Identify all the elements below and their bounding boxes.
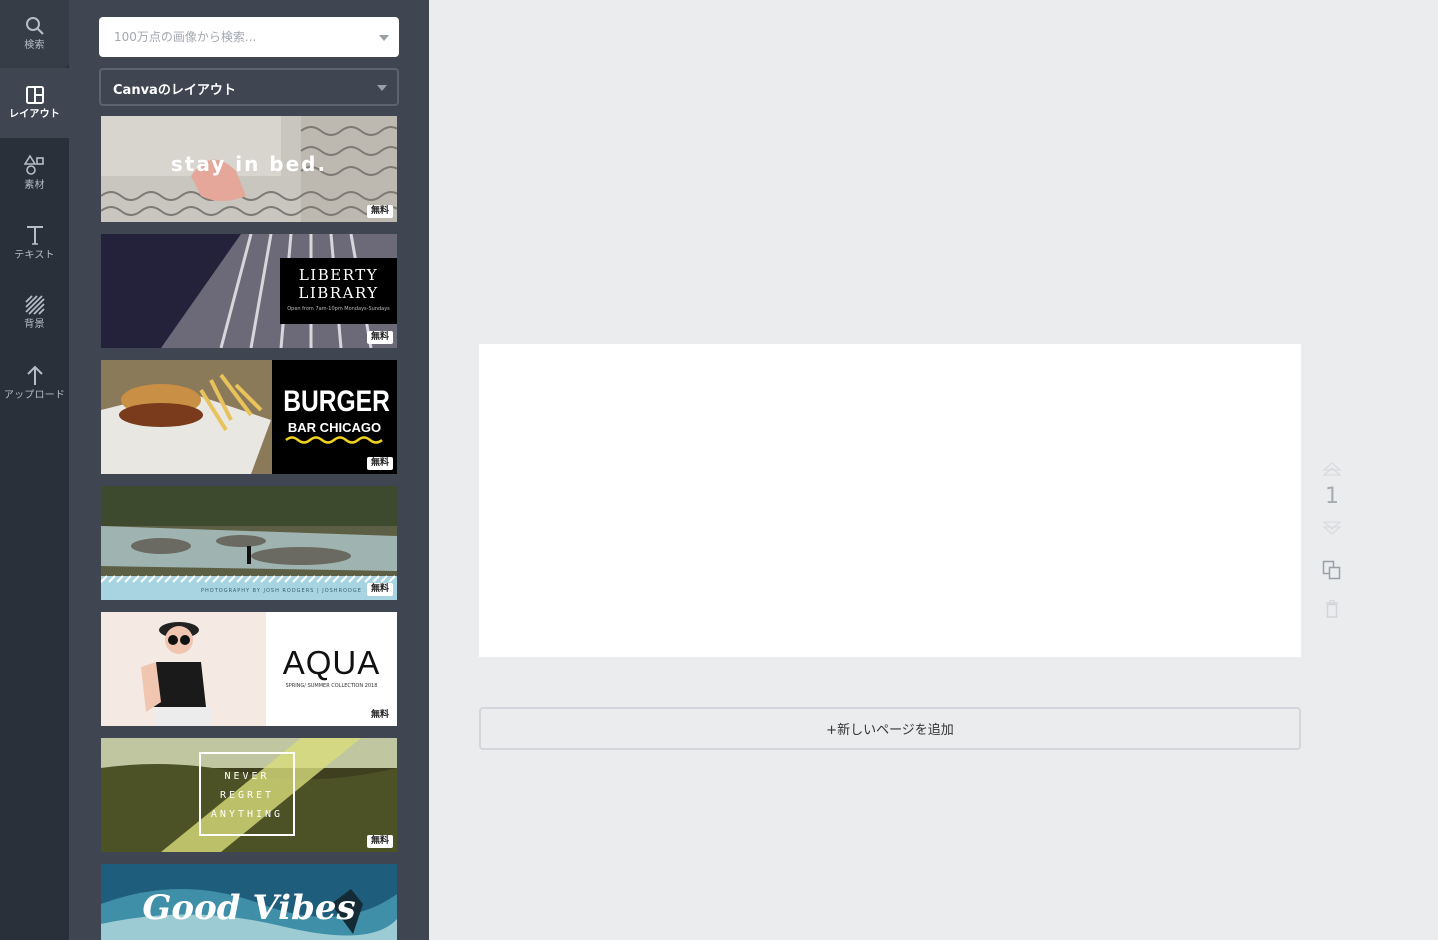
rail-label-layout: レイアウト [9, 109, 60, 120]
free-badge: 無料 [366, 457, 393, 470]
rail-item-upload[interactable]: アップロード [0, 348, 69, 418]
duplicate-page-icon[interactable] [1322, 560, 1342, 580]
template-burger-subtitle: BAR CHICAGO [287, 420, 382, 435]
template-good-vibes-title: Good Vibes [142, 888, 356, 928]
rail-item-background[interactable]: 背景 [0, 278, 69, 348]
rail-label-search: 検索 [24, 40, 45, 51]
template-aqua-title: AQUA [282, 644, 381, 681]
free-badge: 無料 [366, 835, 393, 848]
layout-template-burger-bar[interactable]: BURGER BAR CHICAGO 無料 [101, 360, 397, 474]
template-aqua-subtitle: SPRING/ SUMMER COLLECTION 2018 [285, 683, 378, 689]
background-icon [24, 295, 45, 315]
rail-label-text: テキスト [14, 250, 55, 261]
layout-source-label: Canvaのレイアウト [113, 83, 236, 98]
search-icon [25, 17, 44, 35]
add-new-page-button[interactable]: +新しいページを追加 [479, 707, 1301, 750]
text-icon [26, 226, 43, 245]
layout-template-river-photo[interactable]: PHOTOGRAPHY BY JOSH RODGERS | JOSHRODGE … [101, 486, 397, 600]
icon-rail: 検索 レイアウト 素材 テキスト 背景 アップロード [0, 0, 69, 940]
layouts-panel: Canvaのレイアウト stay in bed. 無料 [69, 0, 429, 940]
template-library-title: LIBERTY LIBRARY [298, 266, 379, 302]
page-up-icon[interactable] [1322, 462, 1342, 476]
layout-icon [25, 86, 44, 104]
layout-template-liberty-library[interactable]: LIBERTY LIBRARY Open from 7am-10pm Monda… [101, 234, 397, 348]
upload-icon [26, 365, 43, 385]
template-stay-in-bed-text: stay in bed. [170, 152, 328, 176]
free-badge: 無料 [366, 709, 393, 722]
template-never-line-1: NEVER [224, 771, 270, 782]
template-never-regret-text: NEVER REGRET ANYTHING [200, 767, 294, 824]
page-down-icon[interactable] [1322, 521, 1342, 535]
template-never-line-3: ANYTHING [210, 809, 284, 820]
rail-item-layout[interactable]: レイアウト [0, 68, 69, 138]
page-number: 1 [1325, 484, 1339, 509]
design-canvas-page[interactable] [479, 344, 1301, 657]
template-burger-title: BURGER [283, 385, 390, 418]
template-river-image [101, 486, 397, 600]
layout-template-aqua[interactable]: AQUA SPRING/ SUMMER COLLECTION 2018 無料 [101, 612, 397, 726]
free-badge: 無料 [366, 583, 393, 596]
layout-template-stay-in-bed[interactable]: stay in bed. 無料 [101, 116, 397, 222]
rail-item-elements[interactable]: 素材 [0, 138, 69, 208]
rail-label-elements: 素材 [24, 180, 45, 191]
delete-page-icon[interactable] [1325, 600, 1339, 618]
chevron-down-icon[interactable] [379, 35, 389, 41]
layout-source-select[interactable]: Canvaのレイアウト [99, 68, 399, 106]
search-box[interactable] [99, 17, 399, 57]
free-badge: 無料 [366, 331, 393, 344]
chevron-down-icon [377, 85, 387, 91]
layout-template-good-vibes[interactable]: Good Vibes [101, 864, 397, 940]
free-badge: 無料 [366, 205, 393, 218]
template-library-subtitle: Open from 7am-10pm Mondays-Sundays [287, 306, 390, 312]
template-never-line-2: REGRET [219, 790, 275, 801]
rail-item-search[interactable]: 検索 [0, 0, 69, 68]
layout-template-never-regret[interactable]: NEVER REGRET ANYTHING 無料 [101, 738, 397, 852]
rail-item-text[interactable]: テキスト [0, 208, 69, 278]
rail-label-upload: アップロード [3, 390, 66, 401]
search-input[interactable] [99, 17, 369, 57]
shapes-icon [23, 154, 44, 175]
rail-label-background: 背景 [24, 319, 45, 330]
